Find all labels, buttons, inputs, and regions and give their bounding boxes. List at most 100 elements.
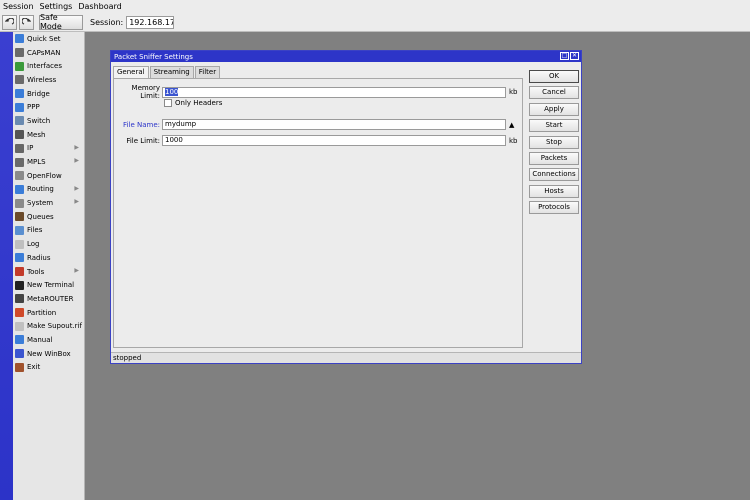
- sidebar-item-label: OpenFlow: [27, 171, 62, 180]
- submenu-arrow-icon: ▶: [74, 184, 79, 192]
- file-name-label: File Name:: [123, 120, 160, 129]
- maximize-icon[interactable]: □: [560, 52, 569, 60]
- sidebar-item-label: Routing: [27, 185, 54, 194]
- log-icon: [15, 239, 24, 249]
- menu-session[interactable]: Session: [0, 2, 37, 11]
- tab-general[interactable]: General: [113, 66, 149, 78]
- sidebar-item-ppp[interactable]: PPP: [13, 100, 84, 114]
- ppp-icon: [15, 102, 24, 112]
- undo-button[interactable]: [2, 14, 17, 30]
- supout-icon: [15, 321, 24, 331]
- sidebar-item-wireless[interactable]: Wireless: [13, 73, 84, 87]
- file-limit-input[interactable]: 1000: [162, 135, 506, 146]
- sidebar-item-quick-set[interactable]: Quick Set: [13, 32, 84, 46]
- sidebar-item-new-winbox[interactable]: New WinBox: [13, 347, 84, 361]
- sidebar-item-label: Manual: [27, 335, 53, 344]
- session-field[interactable]: 192.168.170.1: [126, 15, 175, 29]
- toolbar: Safe Mode Session: 192.168.170.1: [0, 13, 750, 32]
- packets-button[interactable]: Packets: [529, 151, 579, 165]
- sidebar-item-mesh[interactable]: Mesh: [13, 128, 84, 142]
- status-bar: stopped: [111, 352, 581, 363]
- hosts-button[interactable]: Hosts: [529, 184, 579, 198]
- cancel-button[interactable]: Cancel: [529, 86, 579, 100]
- switch-icon: [15, 116, 24, 126]
- only-headers-label: Only Headers: [175, 99, 223, 107]
- sidebar-item-manual[interactable]: Manual: [13, 333, 84, 347]
- sidebar: Quick Set CAPsMAN Interfaces Wireless Bridge…: [13, 32, 85, 500]
- sidebar-item-partition[interactable]: Partition: [13, 306, 84, 320]
- tab-filter[interactable]: Filter: [194, 66, 221, 78]
- sidebar-item-new-terminal[interactable]: New Terminal: [13, 278, 84, 292]
- menu-dashboard[interactable]: Dashboard: [75, 2, 124, 11]
- capsman-icon: [15, 48, 24, 58]
- safe-mode-button[interactable]: Safe Mode: [39, 13, 83, 31]
- apply-button[interactable]: Apply: [529, 102, 579, 116]
- redo-button[interactable]: [19, 14, 34, 30]
- sidebar-item-system[interactable]: System ▶: [13, 196, 84, 210]
- sidebar-item-routing[interactable]: Routing ▶: [13, 183, 84, 197]
- memory-limit-input[interactable]: 100: [162, 86, 506, 98]
- tab-streaming[interactable]: Streaming: [149, 66, 194, 78]
- session-label: Session:: [90, 17, 124, 27]
- sidebar-item-make-supout-rif[interactable]: Make Supout.rif: [13, 319, 84, 333]
- sidebar-item-label: IP: [27, 144, 34, 153]
- ok-button[interactable]: OK: [529, 70, 579, 83]
- sidebar-item-label: MPLS: [27, 158, 46, 167]
- submenu-arrow-icon: ▶: [74, 266, 79, 274]
- sidebar-item-ip[interactable]: IP ▶: [13, 142, 84, 156]
- sidebar-item-interfaces[interactable]: Interfaces: [13, 59, 84, 73]
- sidebar-item-radius[interactable]: Radius: [13, 251, 84, 265]
- packet-sniffer-dialog: Packet Sniffer Settings □ ✕ General Stre…: [110, 50, 582, 364]
- sidebar-item-mpls[interactable]: MPLS ▶: [13, 155, 84, 169]
- sidebar-item-label: Files: [27, 226, 43, 235]
- sidebar-item-bridge[interactable]: Bridge: [13, 87, 84, 101]
- file-limit-label: File Limit:: [126, 136, 160, 145]
- manual-icon: [15, 335, 24, 345]
- sidebar-item-label: PPP: [27, 103, 40, 112]
- file-name-input[interactable]: mydump: [162, 119, 506, 130]
- sidebar-item-files[interactable]: Files: [13, 224, 84, 238]
- sidebar-item-label: Tools: [27, 267, 45, 276]
- stop-button[interactable]: Stop: [529, 135, 579, 149]
- dialog-title: Packet Sniffer Settings: [114, 52, 193, 61]
- sidebar-item-label: Interfaces: [27, 62, 62, 71]
- sidebar-item-label: Make Supout.rif: [27, 322, 82, 331]
- protocols-button[interactable]: Protocols: [529, 201, 579, 215]
- sidebar-item-label: Wireless: [27, 75, 57, 84]
- partition-icon: [15, 308, 24, 318]
- mesh-icon: [15, 130, 24, 140]
- sidebar-item-label: New Terminal: [27, 281, 75, 290]
- memory-limit-label: Memory Limit:: [131, 84, 160, 100]
- sidebar-item-queues[interactable]: Queues: [13, 210, 84, 224]
- sidebar-item-label: Switch: [27, 116, 51, 125]
- sidebar-item-openflow[interactable]: OpenFlow: [13, 169, 84, 183]
- ip-icon: [15, 143, 24, 153]
- connections-button[interactable]: Connections: [529, 168, 579, 182]
- wireless-icon: [15, 75, 24, 85]
- sidebar-item-tools[interactable]: Tools ▶: [13, 265, 84, 279]
- start-button[interactable]: Start: [529, 119, 579, 133]
- sidebar-item-metarouter[interactable]: MetaROUTER: [13, 292, 84, 306]
- memory-limit-value: 100: [165, 87, 179, 96]
- system-icon: [15, 198, 24, 208]
- sidebar-item-label: Partition: [27, 308, 57, 317]
- metarouter-icon: [15, 294, 24, 304]
- sidebar-item-exit[interactable]: Exit: [13, 361, 84, 375]
- memory-limit-unit: kb: [509, 88, 518, 96]
- sidebar-item-capsman[interactable]: CAPsMAN: [13, 46, 84, 60]
- menu-settings[interactable]: Settings: [37, 2, 76, 11]
- sidebar-item-label: Radius: [27, 253, 51, 262]
- only-headers-checkbox[interactable]: [164, 99, 172, 107]
- dialog-button-column: OK Cancel Apply Start Stop Packets Conne…: [529, 70, 579, 218]
- terminal-icon: [15, 280, 24, 290]
- sidebar-item-log[interactable]: Log: [13, 237, 84, 251]
- close-icon[interactable]: ✕: [570, 52, 579, 60]
- dialog-titlebar[interactable]: Packet Sniffer Settings □ ✕: [111, 51, 581, 62]
- sidebar-item-label: Quick Set: [27, 34, 61, 43]
- dialog-tabs: General Streaming Filter: [113, 66, 221, 78]
- collapse-arrow-icon[interactable]: ▲: [509, 121, 514, 129]
- bridge-icon: [15, 89, 24, 99]
- routing-icon: [15, 184, 24, 194]
- sidebar-item-label: New WinBox: [27, 349, 71, 358]
- sidebar-item-switch[interactable]: Switch: [13, 114, 84, 128]
